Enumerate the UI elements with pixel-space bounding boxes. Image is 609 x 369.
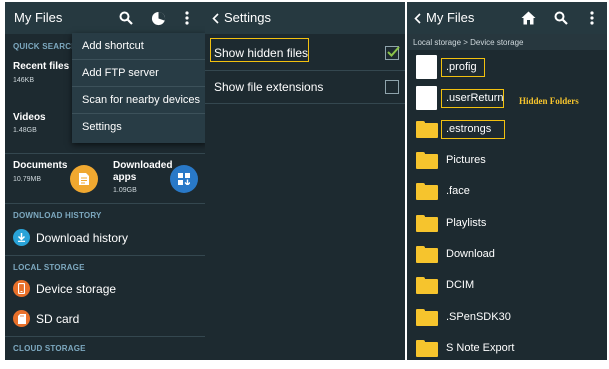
app-bar: My Files [5, 2, 205, 34]
tile-downloaded-title-line1: Downloaded [113, 160, 173, 171]
tile-videos-title: Videos [13, 112, 46, 123]
hidden-folders-annotation: Hidden Folders [519, 96, 579, 106]
item-name: Playlists [446, 217, 487, 229]
folder-icon [416, 309, 438, 326]
file-icon [416, 55, 437, 79]
section-download-history: DOWNLOAD HISTORY [13, 211, 102, 220]
folder-icon [416, 340, 438, 357]
highlight-box [441, 58, 485, 77]
check-icon [387, 46, 400, 57]
divider [5, 336, 205, 337]
show-hidden-files-checkbox[interactable] [385, 46, 400, 60]
menu-item-settings[interactable]: Settings [72, 114, 205, 141]
menu-item-label: Add FTP server [82, 67, 159, 79]
document-icon [70, 165, 98, 193]
settings-title: Settings [224, 10, 271, 25]
download-icon [13, 229, 30, 246]
search-icon[interactable] [118, 10, 134, 26]
phone-storage-icon [13, 280, 30, 297]
app-title: My Files [426, 10, 475, 25]
tile-recent-title: Recent files [13, 61, 70, 72]
folder-icon [416, 152, 438, 169]
item-name: Pictures [446, 154, 486, 166]
menu-item-label: Add shortcut [82, 40, 144, 52]
download-history-label: Download history [36, 231, 129, 245]
item-name: .SPenSDK30 [446, 311, 511, 323]
app-title: My Files [14, 10, 63, 25]
tile-recent-size: 146KB [13, 77, 35, 84]
folder-icon [416, 277, 438, 294]
home-icon[interactable] [520, 10, 536, 26]
my-files-home-panel: My Files QUICK SEARCH Recent files 146KB… [5, 2, 205, 360]
divider [5, 203, 205, 204]
back-chevron-icon[interactable] [412, 12, 422, 24]
storage-usage-icon[interactable] [150, 10, 166, 26]
item-name: S Note Export [446, 342, 515, 354]
list-item[interactable]: .profig [407, 52, 607, 83]
more-vert-icon[interactable] [587, 10, 597, 26]
highlight-box [441, 120, 505, 139]
folder-icon [416, 246, 438, 263]
sd-card-item[interactable]: SD card [5, 305, 205, 333]
divider [5, 255, 205, 256]
breadcrumb[interactable]: Local storage > Device storage [407, 34, 607, 50]
section-local-storage: LOCAL STORAGE [13, 263, 85, 272]
back-chevron-icon[interactable] [210, 12, 220, 24]
list-item[interactable]: S Note Export [407, 333, 607, 360]
tile-videos-size: 1.48GB [13, 127, 37, 134]
device-storage-panel: My Files Local storage > Device storage … [407, 2, 607, 360]
divider [205, 103, 405, 104]
device-storage-label: Device storage [36, 282, 117, 296]
tile-downloaded-title-line2: apps [113, 172, 137, 183]
divider [5, 153, 205, 154]
menu-item-label: Scan for nearby devices [82, 94, 201, 106]
highlight-box [210, 38, 309, 62]
section-quick-search: QUICK SEARCH [13, 42, 78, 51]
menu-item-scan-nearby[interactable]: Scan for nearby devices [72, 87, 205, 114]
section-cloud-storage: CLOUD STORAGE [13, 344, 86, 353]
folder-icon [416, 215, 438, 232]
folder-icon [416, 121, 438, 138]
apps-grid-icon [170, 165, 198, 193]
show-file-extensions-label: Show file extensions [214, 80, 324, 94]
list-item[interactable]: DCIM [407, 270, 607, 301]
tile-downloaded-size: 1.09GB [113, 187, 137, 194]
search-icon[interactable] [553, 10, 569, 26]
app-bar: My Files [407, 2, 607, 34]
show-file-extensions-row[interactable]: Show file extensions [205, 71, 405, 103]
item-name: .face [446, 185, 470, 197]
sd-card-label: SD card [36, 312, 80, 326]
menu-item-add-ftp-server[interactable]: Add FTP server [72, 60, 205, 87]
list-item[interactable]: .estrongs [407, 114, 607, 145]
device-storage-item[interactable]: Device storage [5, 275, 205, 303]
item-name: Download [446, 248, 495, 260]
overflow-menu: Add shortcut Add FTP server Scan for nea… [72, 33, 205, 143]
file-icon [416, 86, 437, 110]
list-item[interactable]: .face [407, 176, 607, 207]
settings-panel: Settings Show hidden files Show file ext… [205, 2, 405, 360]
list-item[interactable]: Download [407, 239, 607, 270]
list-item[interactable]: Playlists [407, 208, 607, 239]
tile-documents-title: Documents [13, 160, 68, 171]
list-item[interactable]: .SPenSDK30 [407, 302, 607, 333]
menu-item-label: Settings [82, 121, 122, 133]
list-item[interactable]: Pictures [407, 145, 607, 176]
menu-item-add-shortcut[interactable]: Add shortcut [72, 33, 205, 60]
folder-icon [416, 183, 438, 200]
show-file-extensions-checkbox[interactable] [385, 80, 399, 94]
sd-card-icon [13, 310, 30, 327]
app-bar: Settings [205, 2, 405, 34]
download-history-item[interactable]: Download history [5, 224, 205, 252]
highlight-box [441, 89, 504, 108]
breadcrumb-path: Local storage > Device storage [413, 38, 524, 47]
more-vert-icon[interactable] [182, 10, 192, 26]
tile-documents-size: 10.79MB [13, 176, 42, 183]
item-name: DCIM [446, 279, 475, 291]
